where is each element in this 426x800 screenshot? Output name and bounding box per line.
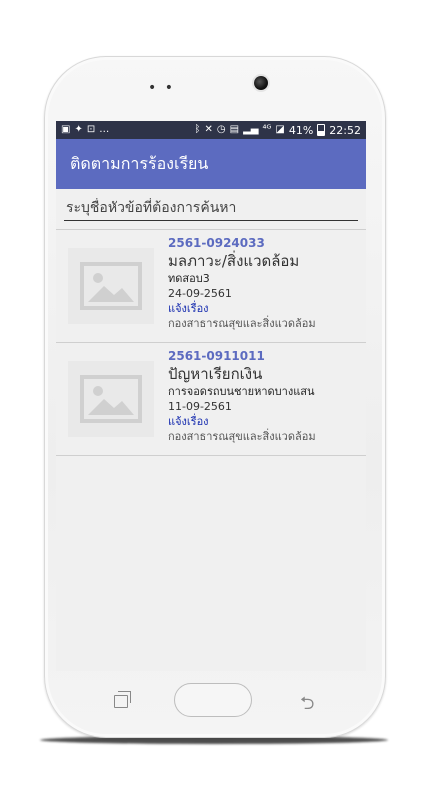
complaint-date: 24-09-2561 [168,287,232,300]
image-placeholder-icon [80,375,142,423]
complaint-status: แจ้งเรื่อง [168,415,209,428]
complaint-department: กองสาธารณสุขและสิ่งแวดล้อม [168,430,316,443]
image-placeholder-icon [80,262,142,310]
complaint-title: มลภาวะ/สิ่งแวดล้อม [168,252,300,270]
more-notifications-icon: … [99,124,110,135]
camera-icon [254,76,268,90]
app-bar: ติดตามการร้องเรียน [56,139,366,189]
complaint-title: ปัญหาเรียกเงิน [168,365,263,383]
signal-icon: ▂▄ [243,124,259,135]
item-info: 2561-0911011 ปัญหาเรียกเงิน การจอดรถบนชา… [168,348,360,444]
page-title: ติดตามการร้องเรียน [70,153,209,173]
complaint-list: 2561-0924033 มลภาวะ/สิ่งแวดล้อม ทดสอบ3 2… [56,229,366,456]
complaint-date: 11-09-2561 [168,400,232,413]
image-icon: ▣ [61,124,71,135]
bus-icon: ⊡ [86,124,96,135]
speaker-icon: • • [148,80,175,96]
sim-icon: ▤ [229,124,240,135]
back-icon[interactable]: ⮌ [300,691,314,721]
list-item[interactable]: 2561-0911011 ปัญหาเรียกเงิน การจอดรถบนชา… [56,343,366,456]
nav-bar: ⮌ [56,671,366,729]
complaint-detail: การจอดรถบนชายหาดบางแสน [168,385,315,398]
complaint-department: กองสาธารณสุขและสิ่งแวดล้อม [168,317,316,330]
home-button[interactable] [174,683,252,717]
alarm-icon: ◷ [216,124,226,135]
battery-icon [317,124,326,136]
recent-apps-icon[interactable] [114,691,131,708]
item-info: 2561-0924033 มลภาวะ/สิ่งแวดล้อม ทดสอบ3 2… [168,235,360,331]
signal-icon: ◪ [275,124,285,135]
bluetooth-icon: ᛒ [194,124,201,135]
twitter-icon: ✦ [74,124,83,135]
complaint-code: 2561-0911011 [168,349,265,363]
complaint-status: แจ้งเรื่อง [168,302,209,315]
complaint-code: 2561-0924033 [168,236,265,250]
thumbnail [68,248,154,324]
list-item[interactable]: 2561-0924033 มลภาวะ/สิ่งแวดล้อม ทดสอบ3 2… [56,230,366,343]
battery-percent: 41% [288,123,314,137]
complaint-detail: ทดสอบ3 [168,272,210,285]
mute-icon: ✕ [204,124,213,135]
status-bar: ▣ ✦ ⊡ … ᛒ ✕ ◷ ▤ ▂▄ ⁴ᴳ ◪ 41% 22:52 [56,121,366,139]
search-input[interactable] [64,198,358,221]
phone-screen: ▣ ✦ ⊡ … ᛒ ✕ ◷ ▤ ▂▄ ⁴ᴳ ◪ 41% 22:52 ติดตาม… [56,121,366,671]
search-container [56,189,366,221]
thumbnail [68,361,154,437]
4g-icon: ⁴ᴳ [262,124,272,135]
clock: 22:52 [329,123,361,137]
